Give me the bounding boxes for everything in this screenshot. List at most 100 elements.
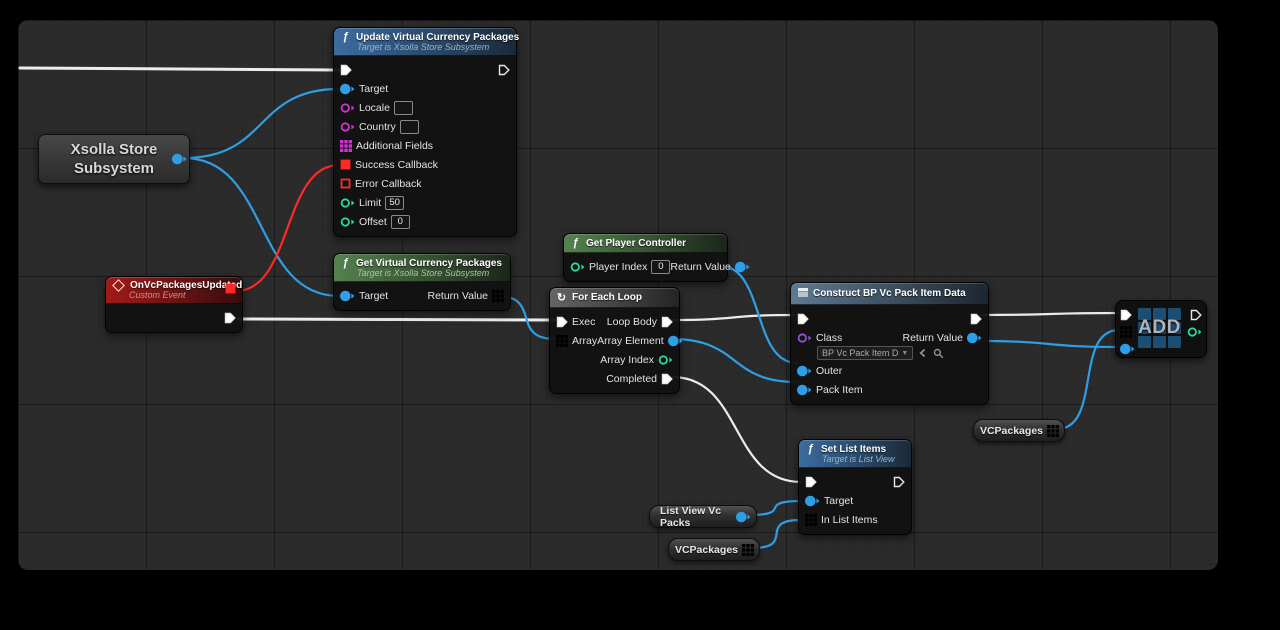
pin-row: Success Callback [334,155,516,174]
variable-label: Xsolla Store [71,140,158,159]
loop-body-pin[interactable] [661,316,673,328]
return-value-pin-group: Return Value [902,332,982,344]
error-callback-pin[interactable] [340,178,351,189]
pin-value-field[interactable] [394,101,413,115]
delegate-pin[interactable] [225,283,236,294]
exec-pin-group [970,313,982,325]
exec-pin[interactable] [805,476,817,488]
pin-row: Additional Fields [334,136,516,155]
pin-value-field[interactable]: 50 [385,196,404,210]
exec-pin[interactable] [893,476,905,488]
add-right-pin-0[interactable] [1190,309,1202,321]
node-list-view-vc-packs-get[interactable]: List View Vc Packs [649,505,757,528]
country-pin[interactable] [340,121,355,133]
node-on-vc-packages-updated[interactable]: OnVcPackagesUpdatedCustom Event [105,276,243,333]
exec-pin-group [224,312,236,324]
node-construct-bp-vc-pack-item-data[interactable]: Construct BP Vc Pack Item Data Class Retur… [790,282,989,405]
pin-row: Outer [791,361,988,380]
pin-label: Completed [606,373,657,385]
outer-pin[interactable] [797,365,812,377]
pack-item-pin[interactable] [797,384,812,396]
output-pin[interactable] [742,544,754,556]
node-title: Set List Items [821,444,886,455]
return-value-pin[interactable] [492,290,504,302]
node-update-virtual-currency-packages[interactable]: ƒUpdate Virtual Currency PackagesTarget … [333,27,517,237]
array-index-pin[interactable] [658,354,673,366]
target-pin[interactable] [340,83,355,95]
pin-row: Offset 0 [334,212,516,231]
node-header[interactable]: ƒSet List ItemsTarget is List View [799,440,911,468]
success-callback-pin[interactable] [340,159,351,170]
node-array-add[interactable]: ADD [1115,300,1207,358]
variable-label: List View Vc Packs [660,505,732,529]
pin-label: Exec [572,316,595,328]
node-title: Get Virtual Currency Packages [356,258,502,269]
pin-value-field[interactable] [400,120,419,134]
node-vcpackages-get-2[interactable]: VCPackages [668,538,760,561]
browse-icon[interactable] [933,348,944,359]
offset-pin-group: Offset 0 [340,215,410,229]
array-index-pin-group: Array Index [600,354,673,366]
add-right-pin-1[interactable] [1187,326,1202,338]
target-pin[interactable] [805,495,820,507]
node-for-each-loop[interactable]: ↻For Each LoopExecLoop BodyArrayArray El… [549,287,680,394]
exec-pin[interactable] [340,64,352,76]
array-element-pin-group: Array Element [597,335,683,347]
node-set-list-items[interactable]: ƒSet List ItemsTarget is List ViewTarget… [798,439,912,535]
exec-pin[interactable] [970,313,982,325]
node-title: Get Player Controller [586,238,686,249]
node-get-player-controller[interactable]: ƒGet Player Controller Player Index0Retur… [563,233,728,282]
exec-pin[interactable] [224,312,236,324]
offset-pin[interactable] [340,216,355,228]
use-selected-icon[interactable] [918,348,928,358]
exec-pin[interactable] [498,64,510,76]
node-get-virtual-currency-packages[interactable]: ƒGet Virtual Currency PackagesTarget is … [333,253,511,311]
pin-row [334,60,516,79]
exec-pin[interactable] [556,316,568,328]
node-header[interactable]: ↻For Each Loop [550,288,679,308]
class-pin-group: Class [797,332,842,344]
node-xsolla-store-subsystem[interactable]: Xsolla StoreSubsystem [38,134,190,184]
pack-item-pin-group: Pack Item [797,384,863,396]
node-header[interactable]: ƒGet Virtual Currency PackagesTarget is … [334,254,510,282]
pin-value-field[interactable]: 0 [651,260,670,274]
exec-pin[interactable] [797,313,809,325]
node-subtitle: Custom Event [129,290,234,300]
output-pin[interactable] [736,511,751,523]
pin-row [106,308,242,327]
return-value-pin[interactable] [967,332,982,344]
completed-pin[interactable] [661,373,673,385]
pin-row: Player Index0Return Value [564,257,727,276]
class-pin[interactable] [797,332,812,344]
target-pin-group: Target [340,290,388,302]
node-header[interactable]: Construct BP Vc Pack Item Data [791,283,988,305]
add-left-pin-2[interactable] [1120,343,1135,355]
array-element-pin[interactable] [668,335,683,347]
node-title: For Each Loop [572,292,642,303]
add-left-pin-0[interactable] [1120,309,1132,321]
function-icon: ƒ [805,443,816,455]
pin-row: Array Index [550,350,679,369]
node-vcpackages-get-1[interactable]: VCPackages [973,419,1065,442]
output-pin[interactable] [1047,425,1059,437]
target-pin[interactable] [340,290,355,302]
exec-pin-group [893,476,905,488]
class-select-dropdown[interactable]: BP Vc Pack Item D▼ [817,346,913,360]
pin-label: Target [359,83,388,95]
limit-pin[interactable] [340,197,355,209]
pin-value-field[interactable]: 0 [391,215,410,229]
array-pin[interactable] [556,335,568,347]
node-subtitle: Target is Xsolla Store Subsystem [357,42,508,52]
output-pin[interactable] [172,153,187,165]
node-header[interactable]: OnVcPackagesUpdatedCustom Event [106,277,242,304]
locale-pin[interactable] [340,102,355,114]
pin-label: Offset [359,216,387,228]
return-value-pin[interactable] [735,261,750,273]
add-left-pin-1[interactable] [1120,326,1132,338]
in-list-items-pin[interactable] [805,514,817,526]
player-index-pin[interactable] [570,261,585,273]
return-value-pin-group: Return Value [670,261,750,273]
node-header[interactable]: ƒUpdate Virtual Currency PackagesTarget … [334,28,516,56]
additional-fields-pin[interactable] [340,140,352,152]
node-header[interactable]: ƒGet Player Controller [564,234,727,253]
